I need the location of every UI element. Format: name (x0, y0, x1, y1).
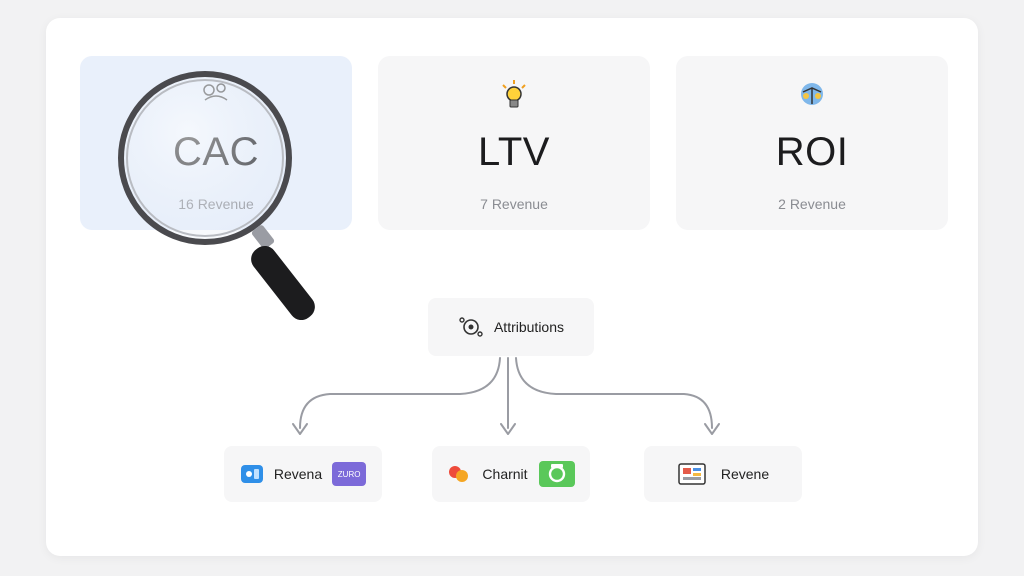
blue-app-icon (240, 465, 263, 483)
scales-icon (801, 83, 823, 105)
leaf-label: Revena (273, 466, 323, 482)
lightbulb-icon (502, 80, 526, 108)
green-camera-icon (538, 461, 575, 487)
leaf-node-revena[interactable]: Revena ZURO (224, 446, 382, 502)
leaf-label: Charnit (482, 466, 528, 482)
card-subtitle: 16 Revenue (178, 196, 254, 212)
card-subtitle: 7 Revenue (480, 196, 548, 212)
dashboard-icon (678, 463, 706, 485)
gear-network-icon (459, 317, 483, 337)
zuro-badge: ZURO (332, 462, 367, 486)
card-title: ROI (775, 130, 849, 174)
attribution-label: Attributions (493, 319, 565, 335)
card-cac[interactable]: CAC 16 Revenue (80, 56, 352, 230)
leaf-node-revene[interactable]: Revene (644, 446, 802, 502)
red-orange-dots-icon (449, 466, 469, 482)
card-title: LTV (478, 130, 550, 174)
leaf-node-charnit[interactable]: Charnit (432, 446, 590, 502)
card-ltv[interactable]: LTV 7 Revenue (378, 56, 650, 230)
card-title: CAC (173, 130, 259, 174)
card-subtitle: 2 Revenue (778, 196, 846, 212)
leaf-label: Revene (720, 466, 770, 482)
card-roi[interactable]: ROI 2 Revenue (676, 56, 948, 230)
attribution-node[interactable]: Attributions (428, 298, 594, 356)
network-icon (203, 83, 228, 101)
